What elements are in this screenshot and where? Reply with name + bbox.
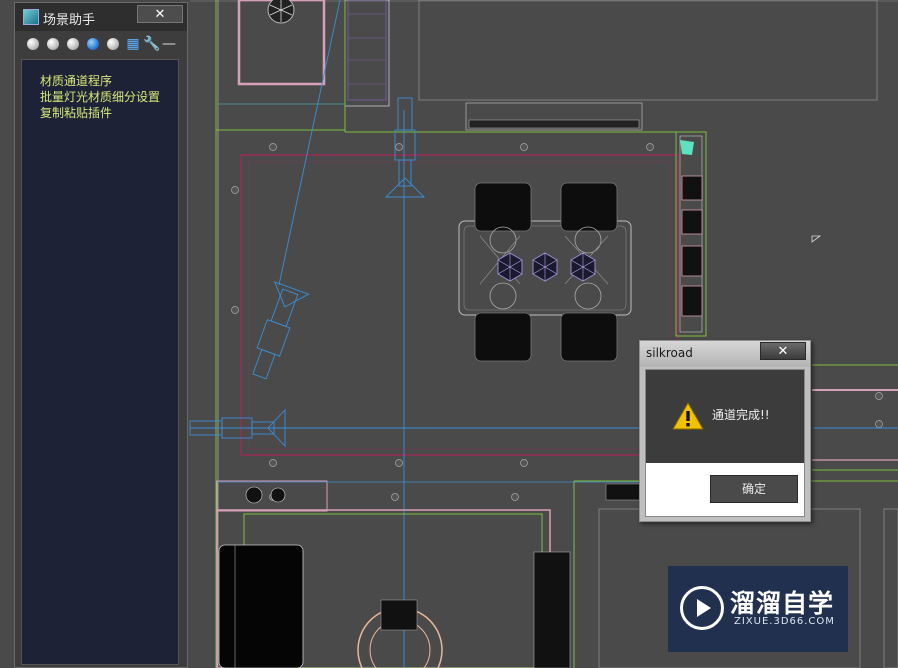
- dialog-message: 通道完成!!: [712, 408, 770, 422]
- panel-toolbar: ▦ 🔧 —: [21, 33, 181, 55]
- panel-title: 场景助手: [43, 13, 96, 28]
- wrench-icon[interactable]: 🔧: [143, 36, 160, 52]
- list-item[interactable]: 批量灯光材质细分设置: [40, 88, 160, 105]
- watermark-title: 溜溜自学: [730, 589, 835, 618]
- panel-titlebar[interactable]: 场景助手 ✕: [15, 3, 187, 31]
- dialog-titlebar[interactable]: silkroad ✕: [640, 341, 810, 367]
- white-dot-icon[interactable]: [27, 38, 39, 50]
- silkroad-dialog: silkroad ✕ 通道完成!! 确定: [639, 340, 811, 522]
- layer-icon[interactable]: ▦: [125, 36, 141, 52]
- watermark: 溜溜自学 ZIXUE.3D66.COM: [668, 566, 848, 652]
- white-dot-icon[interactable]: [107, 38, 119, 50]
- play-logo-icon: [680, 586, 724, 630]
- ok-button[interactable]: 确定: [710, 475, 798, 503]
- message-area: 通道完成!!: [646, 370, 804, 463]
- warning-icon: [672, 402, 704, 430]
- dialog-title: silkroad: [646, 346, 693, 360]
- dialog-close-button[interactable]: ✕: [760, 342, 806, 360]
- watermark-url: ZIXUE.3D66.COM: [734, 616, 835, 627]
- app-icon: [23, 9, 39, 25]
- panel-close-button[interactable]: ✕: [137, 5, 183, 23]
- blue-dot-icon[interactable]: [87, 38, 99, 50]
- script-list: 材质通道程序 批量灯光材质细分设置 复制粘贴插件: [21, 59, 179, 665]
- list-item[interactable]: 复制粘贴插件: [40, 104, 112, 121]
- minus-icon[interactable]: —: [161, 36, 177, 52]
- chandelier-top-icon: [267, 0, 295, 24]
- dialog-body: 通道完成!! 确定: [645, 369, 805, 517]
- scene-assistant-panel: 场景助手 ✕ ▦ 🔧 — 材质通道程序 批量灯光材质细分设置 复制粘贴插件: [14, 2, 188, 668]
- white-dot-icon[interactable]: [67, 38, 79, 50]
- list-item[interactable]: 材质通道程序: [40, 72, 112, 89]
- white-dot-icon[interactable]: [47, 38, 59, 50]
